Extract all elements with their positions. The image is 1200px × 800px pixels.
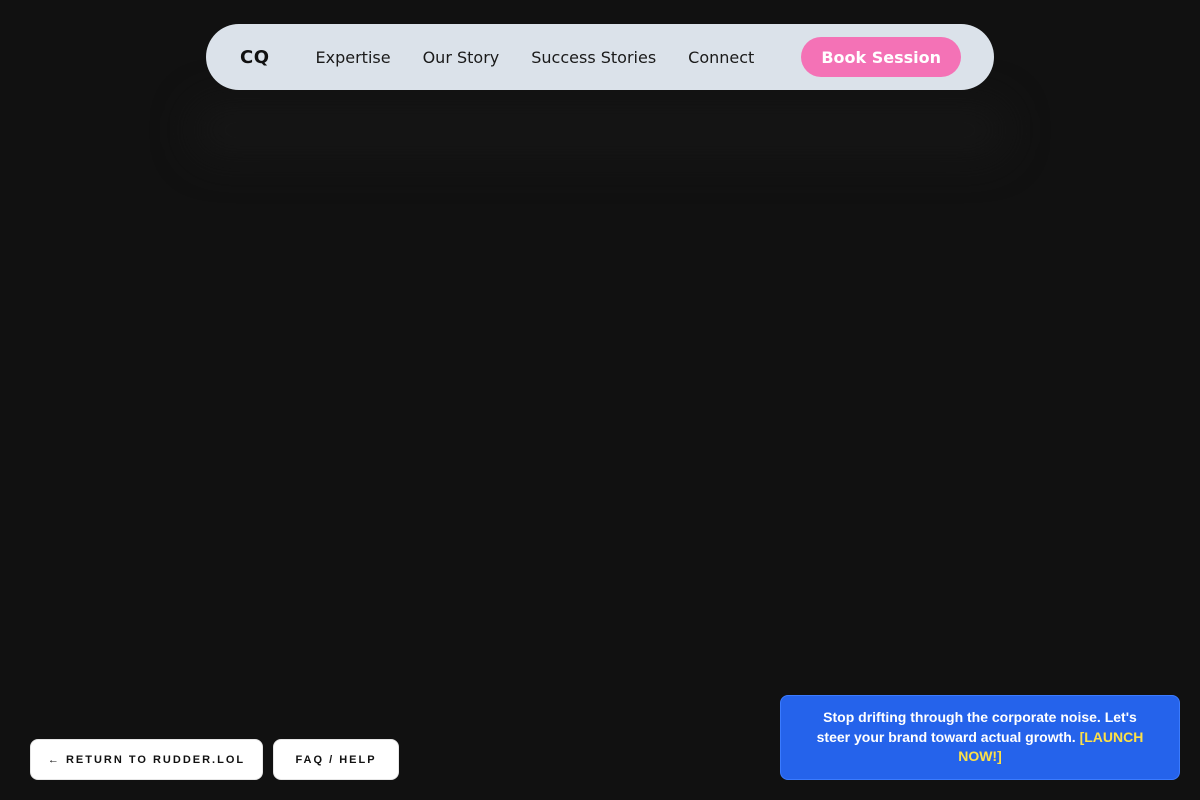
- nav-link-our-story[interactable]: Our Story: [423, 48, 500, 67]
- promo-banner: Stop drifting through the corporate nois…: [780, 695, 1180, 780]
- brand-logo[interactable]: CQ: [240, 47, 270, 68]
- navbar: CQ Expertise Our Story Success Stories C…: [206, 24, 994, 90]
- nav-link-success-stories[interactable]: Success Stories: [531, 48, 656, 67]
- return-button[interactable]: ← RETURN TO RUDDER.LOL: [30, 739, 263, 780]
- page: CQ Expertise Our Story Success Stories C…: [0, 0, 1200, 800]
- nav-links: Expertise Our Story Success Stories Conn…: [316, 48, 802, 67]
- promo-text: Stop drifting through the corporate nois…: [805, 708, 1155, 767]
- navbar-shadow: [190, 100, 1010, 160]
- faq-help-button[interactable]: FAQ / HELP: [273, 739, 399, 780]
- nav-link-expertise[interactable]: Expertise: [316, 48, 391, 67]
- book-session-button[interactable]: Book Session: [801, 37, 961, 77]
- nav-link-connect[interactable]: Connect: [688, 48, 754, 67]
